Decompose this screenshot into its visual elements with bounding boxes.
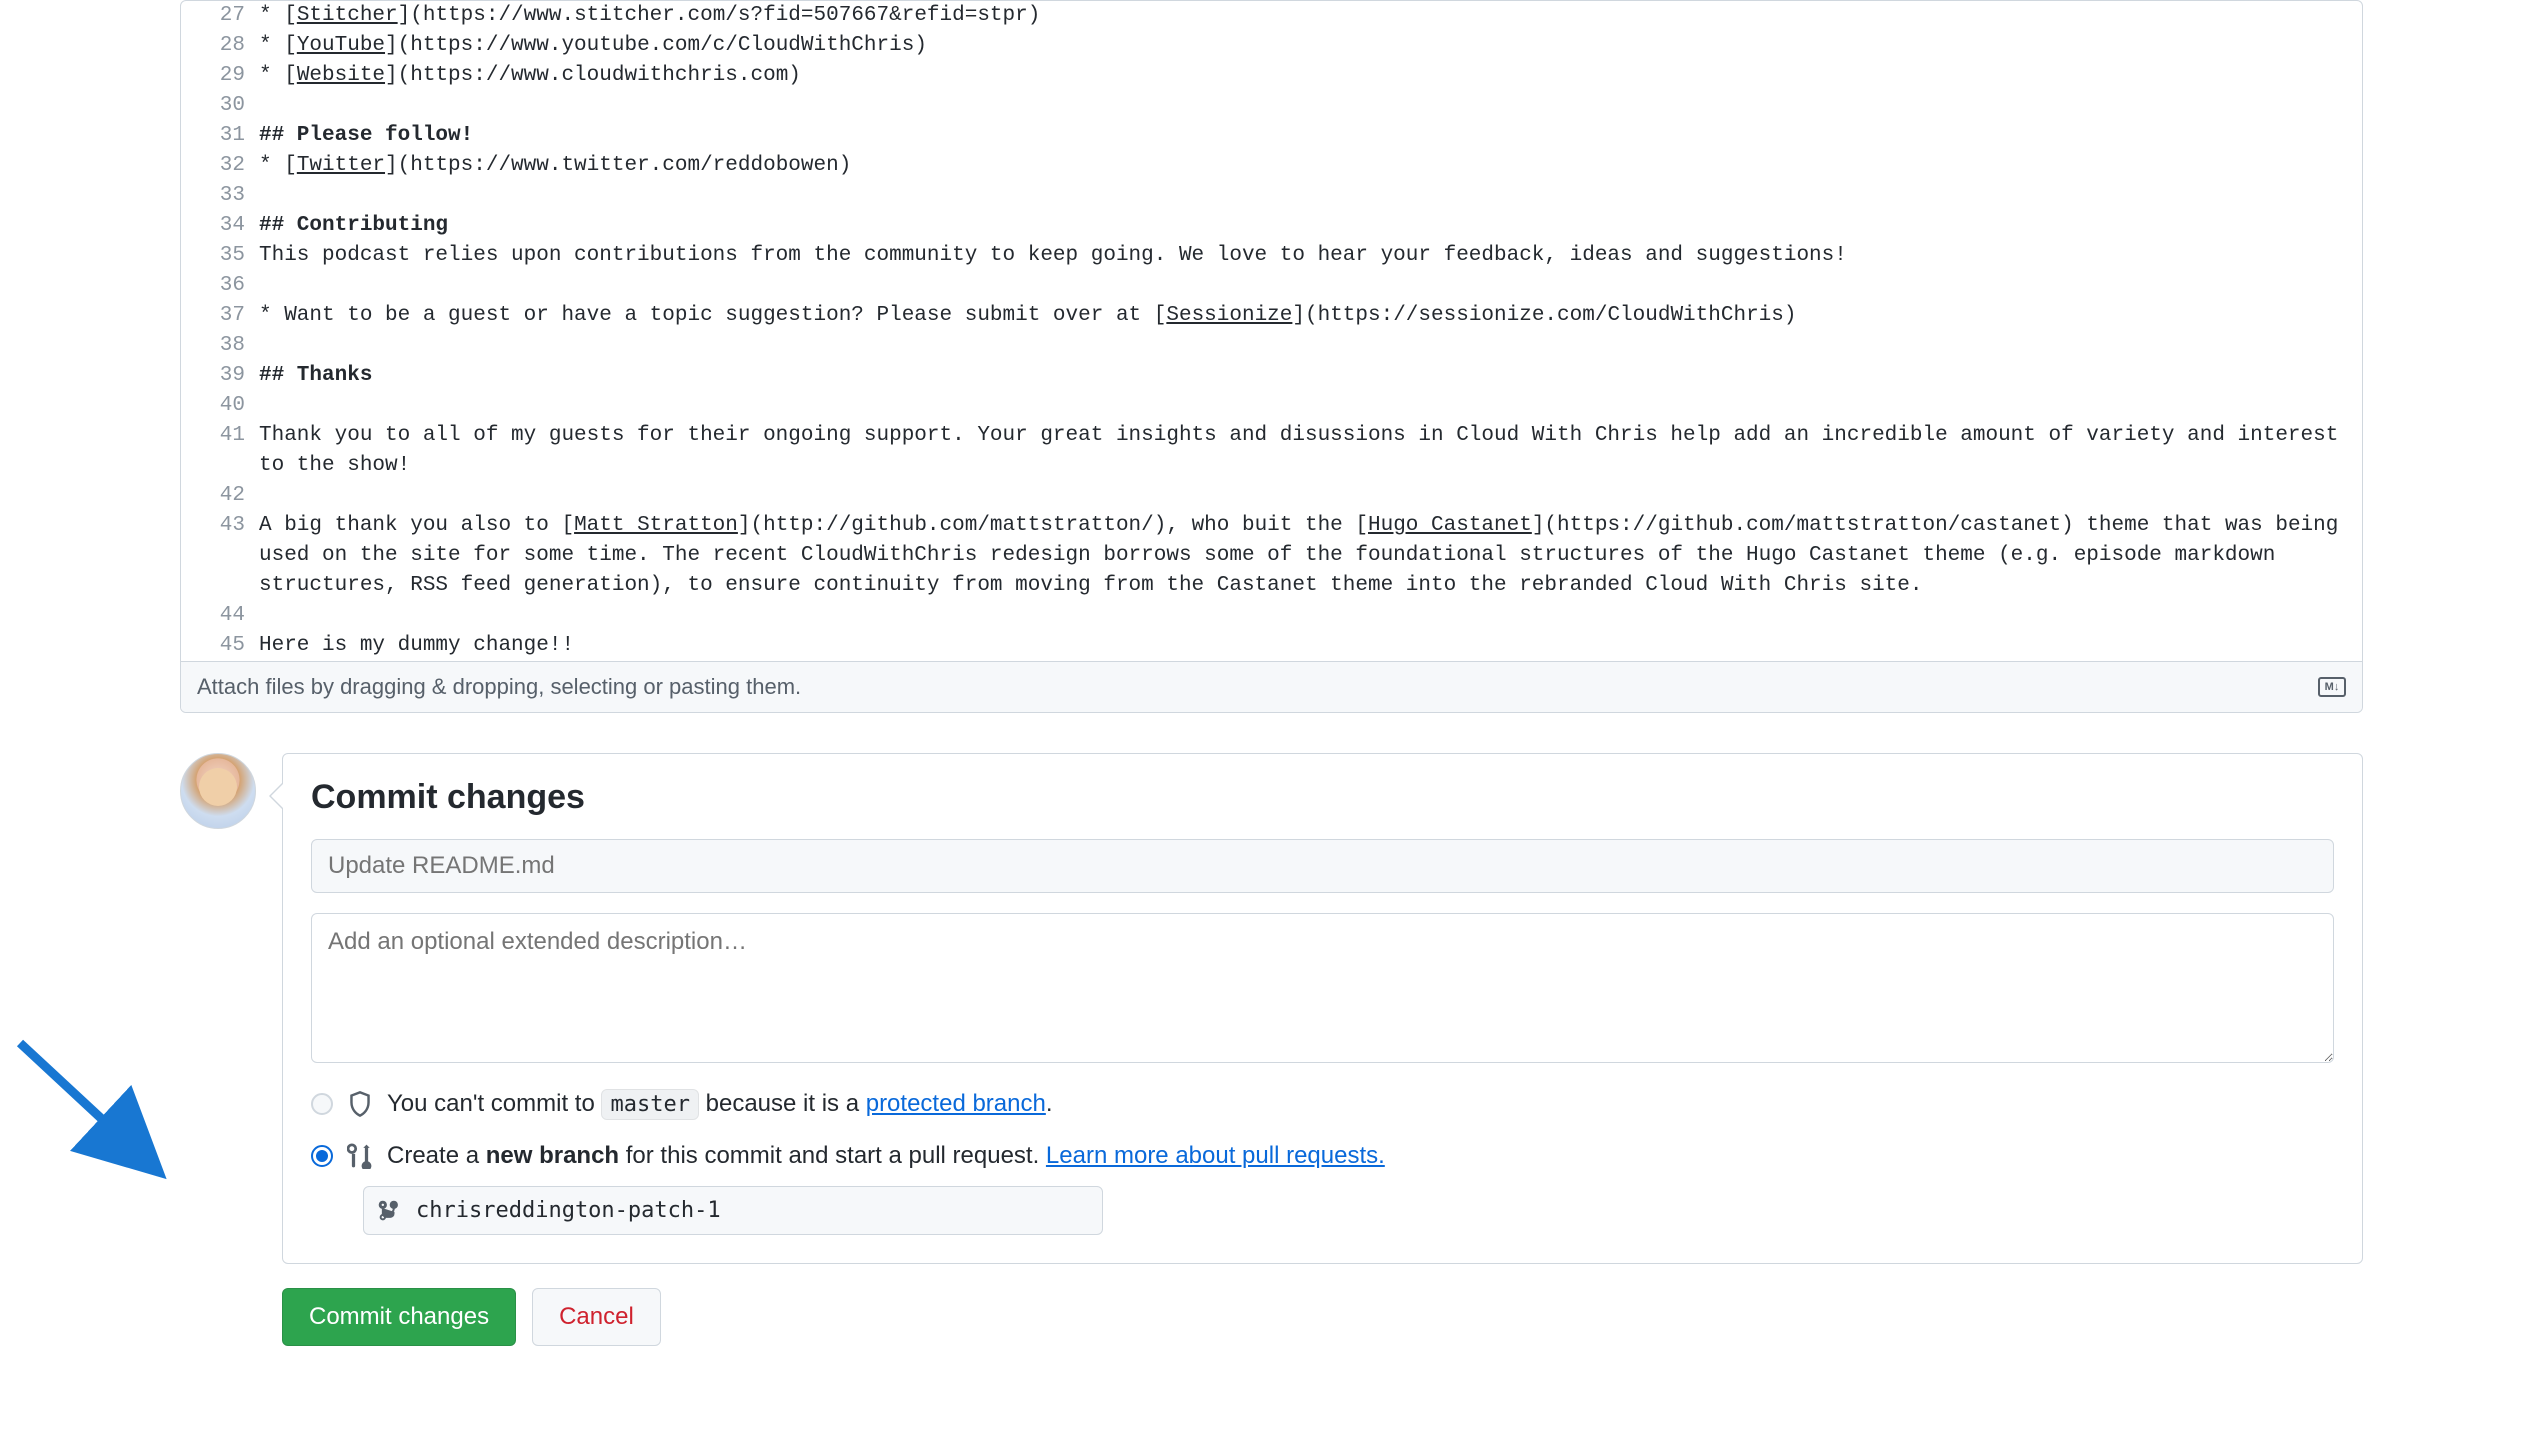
user-avatar	[180, 753, 256, 829]
line-number-gutter: 27282930313233343536373839404142434445	[181, 1, 259, 661]
cancel-button[interactable]: Cancel	[532, 1288, 661, 1346]
radio-new-branch[interactable]	[311, 1145, 333, 1167]
file-editor: 27282930313233343536373839404142434445 *…	[180, 0, 2363, 713]
learn-pull-requests-link[interactable]: Learn more about pull requests.	[1046, 1142, 1385, 1169]
shield-icon	[347, 1091, 373, 1117]
commit-description-input[interactable]	[311, 913, 2334, 1063]
commit-heading: Commit changes	[311, 778, 2334, 817]
commit-new-branch-option[interactable]: Create a new branch for this commit and …	[311, 1142, 2334, 1170]
attach-files-bar[interactable]: Attach files by dragging & dropping, sel…	[181, 661, 2362, 712]
commit-changes-panel: Commit changes You can't commit to maste…	[282, 753, 2363, 1264]
radio-commit-direct	[311, 1093, 333, 1115]
protected-branch-text: You can't commit to master because it is…	[387, 1090, 1053, 1118]
protected-branch-link[interactable]: protected branch	[866, 1090, 1046, 1117]
git-pull-request-icon	[347, 1143, 373, 1169]
branch-name-input[interactable]	[414, 1197, 1084, 1224]
commit-direct-option: You can't commit to master because it is…	[311, 1090, 2334, 1118]
new-branch-text: Create a new branch for this commit and …	[387, 1142, 1385, 1170]
commit-changes-button[interactable]: Commit changes	[282, 1288, 516, 1346]
branch-name-field[interactable]	[363, 1186, 1103, 1235]
code-content[interactable]: * [Stitcher](https://www.stitcher.com/s?…	[259, 1, 2362, 661]
branch-badge: master	[601, 1089, 698, 1120]
commit-summary-input[interactable]	[311, 839, 2334, 893]
markdown-icon[interactable]: M↓	[2318, 677, 2346, 697]
code-editor[interactable]: 27282930313233343536373839404142434445 *…	[181, 1, 2362, 661]
attach-hint-text: Attach files by dragging & dropping, sel…	[197, 674, 801, 700]
annotation-arrow	[10, 1003, 210, 1203]
git-branch-icon	[378, 1200, 400, 1222]
